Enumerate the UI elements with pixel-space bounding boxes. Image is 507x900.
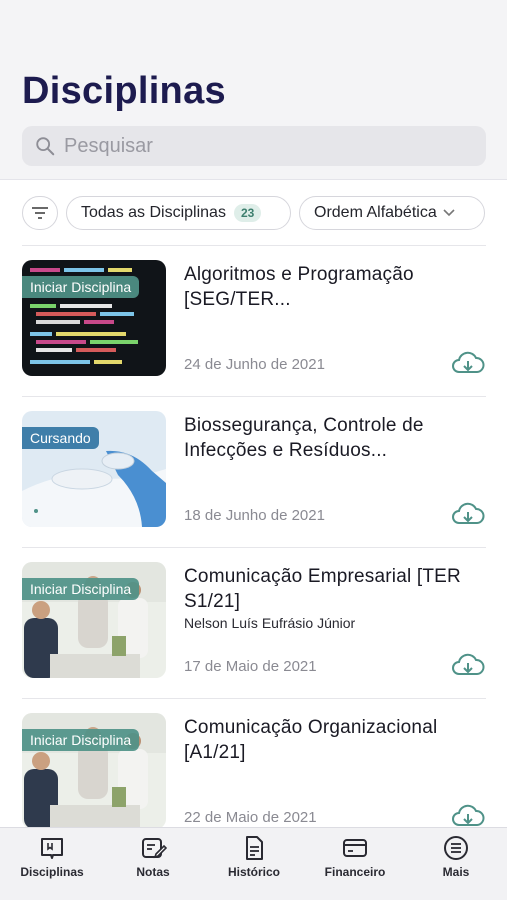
filter-button[interactable]: [22, 196, 58, 230]
search-placeholder: Pesquisar: [64, 134, 153, 157]
course-title: Comunicação Empresarial [TER S1/21]: [184, 566, 461, 612]
course-date: 24 de Junho de 2021: [184, 356, 325, 373]
course-title: Comunicação Organizacional [A1/21]: [184, 717, 438, 763]
course-card[interactable]: Iniciar Disciplina Algoritmos e Programa…: [22, 246, 486, 397]
cloud-download-icon[interactable]: [450, 350, 486, 378]
status-badge: Iniciar Disciplina: [22, 276, 140, 298]
course-card[interactable]: Cursando Biossegurança, Controle de Infe…: [22, 397, 486, 548]
course-title: Biossegurança, Controle de Infecções e R…: [184, 415, 424, 461]
course-date: 22 de Maio de 2021: [184, 809, 317, 826]
nav-mais[interactable]: Mais: [411, 834, 501, 879]
all-disciplines-chip[interactable]: Todas as Disciplinas 23: [66, 196, 291, 230]
status-badge: Iniciar Disciplina: [22, 729, 140, 751]
notes-icon: [142, 838, 167, 859]
header: Disciplinas Pesquisar: [0, 0, 507, 180]
course-instructor: Nelson Luís Eufrásio Júnior: [184, 615, 356, 631]
all-disciplines-label: Todas as Disciplinas: [81, 204, 226, 221]
course-date: 17 de Maio de 2021: [184, 658, 317, 675]
search-icon: [36, 137, 55, 156]
filter-bar: Todas as Disciplinas 23 Ordem Alfabética: [0, 180, 507, 244]
nav-disciplinas[interactable]: Disciplinas: [7, 834, 97, 879]
course-title: Algoritmos e Programação [SEG/TER...: [184, 264, 414, 310]
nav-label: Notas: [136, 865, 170, 879]
nav-historico[interactable]: Histórico: [209, 834, 299, 879]
chevron-down-icon: [443, 209, 455, 217]
nav-label: Mais: [442, 865, 470, 879]
sort-order-label: Ordem Alfabética: [314, 204, 437, 221]
nav-notas[interactable]: Notas: [108, 834, 198, 879]
status-badge: Cursando: [22, 427, 99, 449]
nav-label: Histórico: [227, 865, 280, 879]
nav-financeiro[interactable]: Financeiro: [310, 834, 400, 879]
page-title: Disciplinas: [22, 70, 226, 112]
nav-label: Disciplinas: [20, 865, 84, 879]
cloud-download-icon[interactable]: [450, 501, 486, 529]
sort-order-select[interactable]: Ordem Alfabética: [299, 196, 485, 230]
document-icon: [246, 836, 263, 860]
nav-label: Financeiro: [324, 865, 386, 879]
course-card[interactable]: Iniciar Disciplina Comunicação Empresari…: [22, 548, 486, 699]
filter-icon: [32, 207, 48, 219]
card-icon: [343, 839, 367, 857]
bottom-nav: Disciplinas Notas Histórico Financeiro M…: [0, 827, 507, 900]
course-date: 18 de Junho de 2021: [184, 507, 325, 524]
count-badge: 23: [233, 204, 262, 222]
cloud-download-icon[interactable]: [450, 652, 486, 680]
status-badge: Iniciar Disciplina: [22, 578, 140, 600]
book-icon: [41, 838, 63, 859]
menu-icon: [444, 836, 468, 860]
search-input[interactable]: Pesquisar: [22, 126, 486, 166]
